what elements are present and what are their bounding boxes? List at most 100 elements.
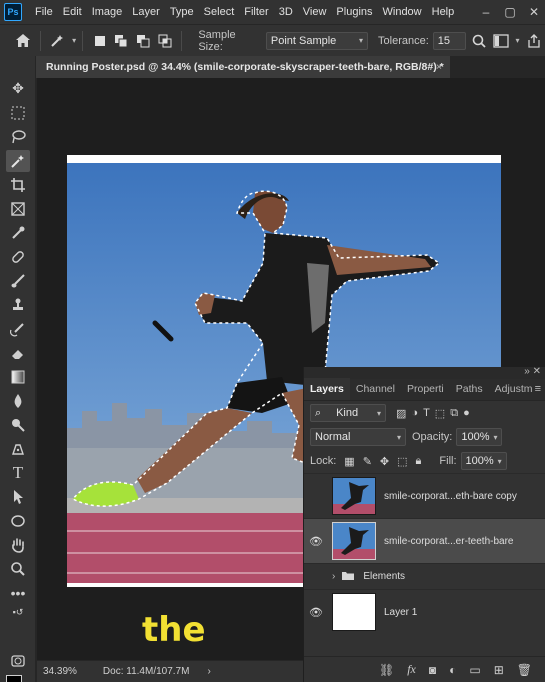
filter-smart-object-icon[interactable]: ⧉	[450, 407, 458, 420]
quick-mask-icon[interactable]	[6, 650, 30, 672]
sample-size-select[interactable]: Point Sample ▾	[265, 31, 369, 50]
foreground-color-swatch[interactable]	[6, 675, 22, 682]
gradient-tool-icon[interactable]	[6, 366, 30, 388]
lock-all-icon[interactable]: 🔒︎	[416, 455, 422, 468]
minimize-icon[interactable]: –	[479, 5, 493, 19]
new-adjustment-layer-icon[interactable]: ◐	[449, 663, 456, 677]
subtract-from-selection-icon[interactable]	[132, 30, 154, 52]
eye-icon[interactable]: 👁︎	[304, 606, 328, 619]
search-icon[interactable]	[468, 30, 490, 52]
filter-type-icon[interactable]: T	[423, 407, 430, 420]
move-tool-icon[interactable]: ✥	[6, 77, 30, 99]
brush-tool-icon[interactable]	[6, 270, 30, 292]
lock-label: Lock:	[310, 455, 337, 467]
layer-group-row[interactable]: › Elements	[304, 563, 545, 589]
tab-properties[interactable]: Properti	[401, 378, 450, 400]
opacity-input[interactable]: 100% ▾	[456, 428, 503, 446]
layer-name: Elements	[363, 571, 406, 582]
tab-channels[interactable]: Channel	[350, 378, 401, 400]
layer-row-selected[interactable]: 👁︎ smile-corporat...er-teeth-bare	[304, 518, 545, 563]
close-tab-icon[interactable]: ×	[436, 56, 442, 78]
menu-plugins[interactable]: Plugins	[331, 0, 377, 24]
frame-tool-icon[interactable]	[6, 198, 30, 220]
add-to-selection-icon[interactable]	[111, 30, 133, 52]
menu-select[interactable]: Select	[199, 0, 240, 24]
layer-row[interactable]: smile-corporat...eth-bare copy	[304, 473, 545, 518]
collapse-panel-icon[interactable]: » ✕	[524, 366, 541, 377]
default-colors-icon[interactable]: ▪↺	[6, 601, 30, 623]
magic-wand-tool-preset-icon[interactable]	[47, 30, 69, 52]
layer-style-icon[interactable]: fx	[407, 662, 416, 677]
eyedropper-tool-icon[interactable]	[6, 222, 30, 244]
menu-edit[interactable]: Edit	[58, 0, 87, 24]
healing-brush-tool-icon[interactable]	[6, 246, 30, 268]
panel-menu-icon[interactable]: ≡	[535, 383, 541, 395]
maximize-icon[interactable]: ▢	[503, 5, 517, 19]
layer-filter-row: ⌕ Kind ▾ ▨ ◑ T ⬚ ⧉ ●	[304, 401, 545, 425]
link-layers-icon[interactable]: ⛓︎	[379, 663, 394, 677]
tab-paths[interactable]: Paths	[450, 378, 489, 400]
tab-adjustments[interactable]: Adjustm	[489, 378, 539, 400]
blur-tool-icon[interactable]	[6, 390, 30, 412]
menu-help[interactable]: Help	[427, 0, 460, 24]
fill-input[interactable]: 100% ▾	[460, 452, 507, 470]
filter-toggle-icon[interactable]: ●	[463, 407, 470, 420]
ellipse-tool-icon[interactable]	[6, 510, 30, 532]
menu-filter[interactable]: Filter	[239, 0, 273, 24]
new-layer-icon[interactable]: ⊞	[494, 663, 504, 677]
tab-layers[interactable]: Layers	[304, 378, 350, 400]
zoom-level[interactable]: 34.39%	[43, 666, 77, 677]
chevron-down-icon[interactable]: ▾	[72, 36, 76, 45]
menu-view[interactable]: View	[298, 0, 332, 24]
add-mask-icon[interactable]: ◙	[429, 663, 436, 677]
marquee-tool-icon[interactable]	[6, 102, 30, 124]
hand-tool-icon[interactable]	[6, 534, 30, 556]
chevron-down-icon[interactable]: ▾	[515, 36, 519, 45]
lasso-tool-icon[interactable]	[6, 126, 30, 148]
lock-transparent-pixels-icon[interactable]: ▦	[344, 455, 354, 468]
intersect-selection-icon[interactable]	[154, 30, 176, 52]
delete-layer-icon[interactable]: 🗑︎	[517, 663, 532, 677]
filter-shape-icon[interactable]: ⬚	[435, 407, 445, 420]
menu-file[interactable]: File	[30, 0, 58, 24]
new-selection-icon[interactable]	[89, 30, 111, 52]
magic-wand-tool-icon[interactable]	[6, 150, 30, 172]
sample-size-value: Point Sample	[270, 34, 337, 47]
path-selection-tool-icon[interactable]	[6, 486, 30, 508]
tolerance-input[interactable]: 15	[432, 31, 467, 50]
menu-type[interactable]: Type	[165, 0, 199, 24]
menu-3d[interactable]: 3D	[274, 0, 298, 24]
menu-layer[interactable]: Layer	[127, 0, 165, 24]
type-tool-icon[interactable]: T	[6, 462, 30, 484]
chevron-right-icon[interactable]: ›	[332, 571, 335, 582]
filter-pixel-icon[interactable]: ▨	[396, 407, 406, 420]
new-group-icon[interactable]: ▭	[469, 663, 480, 677]
workspace-icon[interactable]	[490, 30, 512, 52]
zoom-tool-icon[interactable]	[6, 558, 30, 580]
eye-icon[interactable]: 👁︎	[304, 535, 328, 548]
document-tab[interactable]: Running Poster.psd @ 34.4% (smile-corpor…	[36, 56, 450, 78]
blend-mode-select[interactable]: Normal ▾	[310, 428, 406, 446]
menu-window[interactable]: Window	[378, 0, 427, 24]
history-brush-tool-icon[interactable]	[6, 318, 30, 340]
photoshop-logo[interactable]: Ps	[4, 3, 22, 21]
lock-artboard-icon[interactable]: ⬚	[397, 455, 407, 468]
layer-row[interactable]: 👁︎ Layer 1	[304, 589, 545, 634]
share-icon[interactable]	[523, 30, 545, 52]
home-icon[interactable]	[12, 30, 34, 52]
lock-position-icon[interactable]: ✥	[380, 455, 389, 468]
divider	[82, 30, 84, 51]
filter-adjustment-icon[interactable]: ◑	[411, 407, 418, 420]
filter-kind-select[interactable]: ⌕ Kind ▾	[310, 404, 386, 422]
clone-stamp-tool-icon[interactable]	[6, 294, 30, 316]
lock-image-pixels-icon[interactable]: ✎	[363, 455, 372, 468]
folder-icon	[341, 570, 355, 584]
status-menu-arrow[interactable]: ›	[207, 666, 210, 677]
close-icon[interactable]: ✕	[527, 5, 541, 19]
crop-tool-icon[interactable]	[6, 174, 30, 196]
eraser-tool-icon[interactable]	[6, 342, 30, 364]
menu-image[interactable]: Image	[87, 0, 128, 24]
dodge-tool-icon[interactable]	[6, 414, 30, 436]
pen-tool-icon[interactable]	[6, 438, 30, 460]
chevron-down-icon: ▾	[497, 456, 502, 466]
